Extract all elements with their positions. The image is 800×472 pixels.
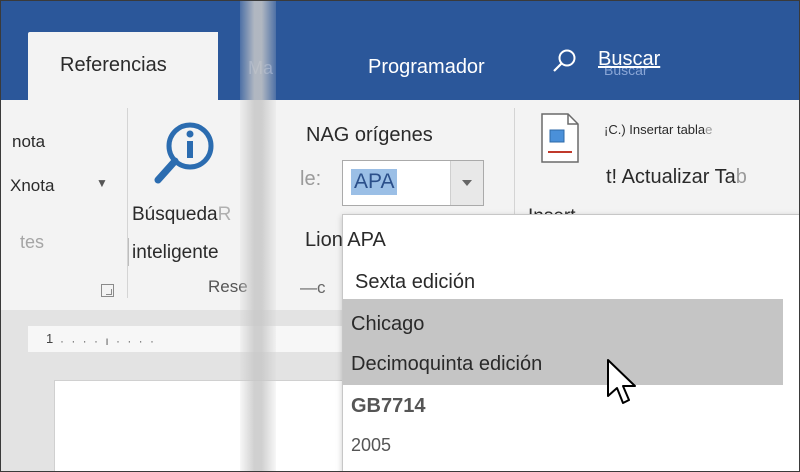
dropdown-item[interactable]: GB7714 bbox=[351, 395, 800, 418]
chevron-down-icon[interactable]: ▼ bbox=[96, 176, 108, 190]
word-window: Referencias Ma Programador Buscar Buscar… bbox=[0, 0, 800, 472]
update-table-button[interactable]: t! Actualizar Tab bbox=[606, 166, 747, 189]
ruler-ticks: · · · · ı · · · · bbox=[60, 334, 156, 348]
dropdown-item[interactable]: Lion APA bbox=[305, 229, 763, 252]
citation-style-select[interactable]: APA bbox=[342, 160, 484, 206]
mouse-pointer-icon bbox=[607, 359, 636, 404]
footnotes-group-label: tes bbox=[20, 232, 45, 252]
dropdown-item-hovered[interactable]: Decimoquinta edición bbox=[351, 353, 800, 376]
next-footnote-button[interactable]: Xnota bbox=[10, 176, 54, 196]
tab-programador[interactable]: Programador bbox=[368, 56, 485, 79]
tab-referencias-label: Referencias bbox=[60, 54, 167, 76]
label-divider bbox=[128, 238, 129, 266]
blur-band bbox=[240, 0, 276, 472]
insert-table-of-figures-button[interactable]: ¡C.) Insertar tablae bbox=[604, 122, 712, 137]
style-label: le: bbox=[300, 168, 322, 190]
tab-referencias[interactable]: Referencias bbox=[28, 32, 218, 102]
dropdown-item[interactable]: Sexta edición bbox=[355, 271, 800, 294]
citation-style-dropdown[interactable]: Lion APA Sexta edición Chicago Decimoqui… bbox=[305, 214, 800, 472]
search-icon[interactable] bbox=[552, 48, 578, 74]
insert-caption-icon[interactable] bbox=[540, 112, 580, 164]
group-divider bbox=[127, 108, 128, 298]
smart-lookup-label-2[interactable]: inteligente bbox=[132, 242, 219, 264]
manage-sources-button[interactable]: NAG orígenes bbox=[306, 124, 433, 147]
dropdown-item-hovered[interactable]: Chicago bbox=[351, 313, 800, 336]
ruler-number: 1 bbox=[46, 331, 54, 346]
smart-lookup-icon[interactable] bbox=[150, 118, 220, 188]
chevron-down-icon[interactable] bbox=[450, 161, 483, 205]
citation-fragment: —c bbox=[300, 278, 326, 297]
dropdown-item[interactable]: 2005 bbox=[351, 435, 800, 456]
citation-style-value: APA bbox=[351, 169, 398, 195]
dialog-launcher-icon[interactable] bbox=[101, 284, 114, 297]
smart-lookup-label-1[interactable]: BúsquedaR bbox=[132, 204, 231, 226]
search-box-label[interactable]: Buscar bbox=[598, 48, 660, 71]
insert-endnote-button[interactable]: nota bbox=[12, 132, 45, 152]
